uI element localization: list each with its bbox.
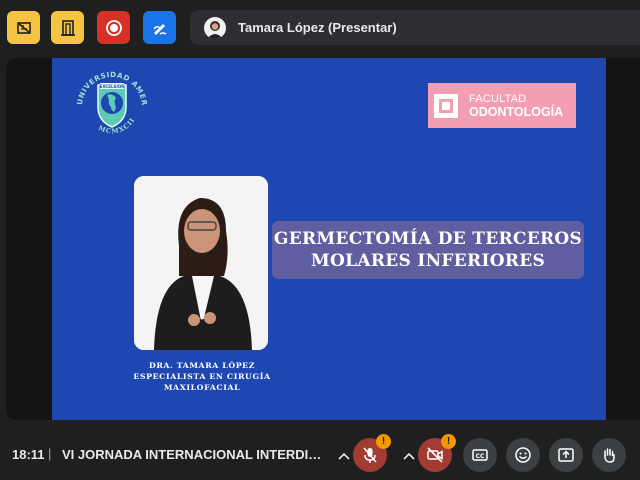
mic-warning-badge: ! — [376, 434, 391, 449]
camera-off-icon — [427, 447, 443, 463]
faculty-logo-mark — [433, 93, 459, 119]
speaker-photo — [134, 176, 268, 350]
reactions-button[interactable] — [506, 438, 540, 472]
emoji-icon — [515, 447, 531, 463]
leave-door-button[interactable] — [51, 11, 84, 44]
slide-title-line2: MOLARES INFERIORES — [310, 251, 546, 271]
slide-title: GERMECTOMÍA DE TERCEROS MOLARES INFERIOR… — [272, 221, 584, 279]
faculty-logo: FACULTAD ODONTOLOGÍA — [428, 83, 576, 128]
raise-hand-button[interactable] — [592, 438, 626, 472]
camera-options-button[interactable] — [398, 444, 420, 468]
mic-options-button[interactable] — [333, 444, 355, 468]
meeting-title: VI JORNADA INTERNACIONAL INTERDI… — [62, 447, 322, 462]
presenter-chip[interactable]: Tamara López (Presentar) — [190, 10, 640, 45]
mic-off-icon — [363, 447, 377, 463]
present-icon — [558, 448, 574, 462]
pen-icon — [152, 23, 166, 35]
faculty-line1: FACULTAD — [469, 92, 527, 105]
speaker-caption: DRA. TAMARA LÓPEZ ESPECIALISTA EN CIRUGÍ… — [110, 360, 294, 393]
record-button[interactable] — [97, 11, 130, 44]
chevron-up-icon — [338, 452, 350, 460]
svg-text:CC: CC — [476, 453, 485, 460]
captions-button[interactable]: CC — [463, 438, 497, 472]
hand-raise-icon — [16, 21, 31, 34]
separator: | — [48, 446, 52, 461]
speaker-title-line1: ESPECIALISTA EN CIRUGÍA — [133, 372, 271, 381]
speaker-name: DRA. TAMARA LÓPEZ — [148, 361, 256, 370]
camera-warning-badge: ! — [441, 434, 456, 449]
faculty-line2: ODONTOLOGÍA — [469, 104, 564, 119]
top-bar: Tamara López (Presentar) — [0, 0, 640, 56]
chevron-up-icon — [403, 452, 415, 460]
door-icon — [60, 19, 75, 36]
speaker-title-line2: MAXILOFACIAL — [163, 383, 241, 392]
record-icon — [105, 19, 122, 36]
present-button[interactable] — [549, 438, 583, 472]
annotate-button[interactable] — [143, 11, 176, 44]
meeting-clock: 18:11 — [12, 447, 45, 462]
shared-slide: UNIVERSIDAD AMERICANA MCMXCII EXCELSIOR … — [52, 58, 606, 420]
captions-icon: CC — [472, 449, 488, 461]
slide-title-line1: GERMECTOMÍA DE TERCEROS — [273, 229, 583, 249]
hand-raise-button[interactable] — [7, 11, 40, 44]
university-seal-logo: UNIVERSIDAD AMERICANA MCMXCII EXCELSIOR — [70, 63, 148, 135]
svg-text:EXCELSIOR: EXCELSIOR — [100, 84, 125, 89]
bottom-bar: 18:11 | VI JORNADA INTERNACIONAL INTERDI… — [0, 428, 640, 480]
presenter-avatar — [204, 16, 226, 39]
hand-icon — [604, 448, 615, 463]
presenter-name: Tamara López (Presentar) — [238, 20, 397, 35]
